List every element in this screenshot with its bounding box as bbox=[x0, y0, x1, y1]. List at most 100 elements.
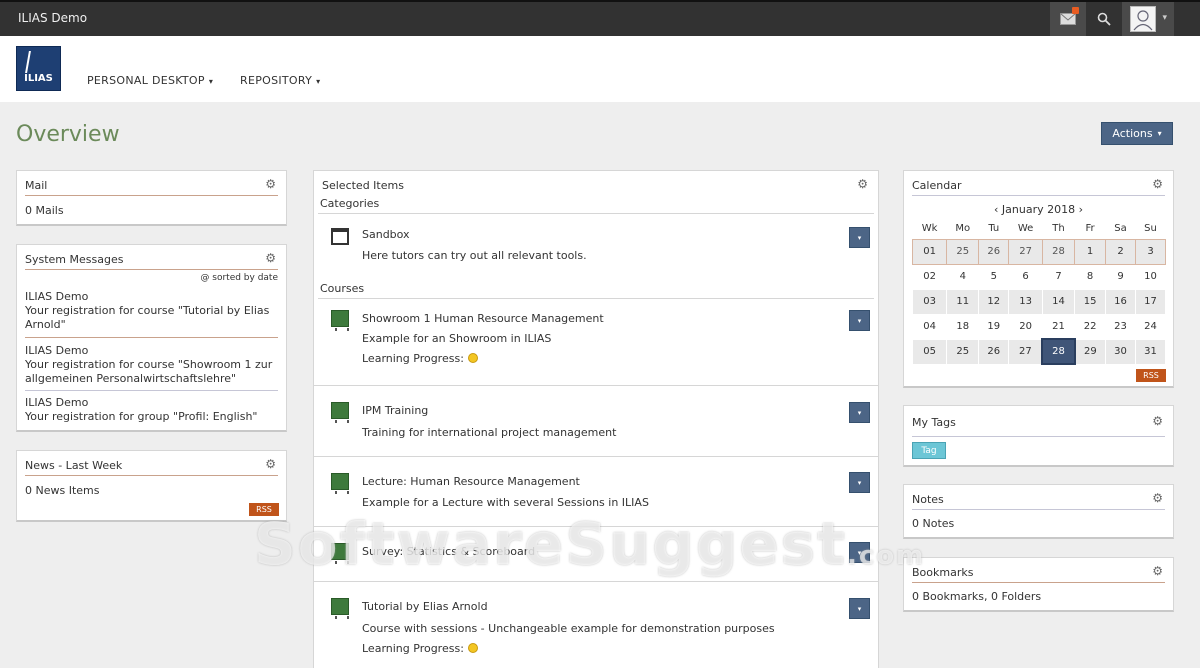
calendar-day[interactable]: 29 bbox=[1074, 338, 1107, 365]
week-number[interactable]: 05 bbox=[911, 338, 948, 365]
calendar-day[interactable]: 7 bbox=[1041, 263, 1076, 290]
gear-icon[interactable]: ⚙ bbox=[1152, 177, 1163, 191]
calendar-day[interactable]: 22 bbox=[1074, 313, 1107, 340]
calendar-day[interactable]: 26 bbox=[978, 238, 1010, 265]
list-item[interactable]: Tutorial by Elias Arnold Course with ses… bbox=[314, 581, 878, 668]
panel-title[interactable]: News - Last Week bbox=[25, 459, 122, 472]
calendar-day[interactable]: 14 bbox=[1041, 288, 1076, 315]
calendar-day[interactable]: 10 bbox=[1135, 263, 1166, 290]
calendar-day[interactable]: 25 bbox=[946, 338, 980, 365]
selected-items-panel: Selected Items ⚙ Categories Sandbox Here… bbox=[313, 170, 879, 668]
nav-repository[interactable]: REPOSITORY ▾ bbox=[240, 74, 320, 87]
calendar-day[interactable]: 17 bbox=[1135, 288, 1166, 315]
item-title[interactable]: IPM Training bbox=[362, 404, 428, 417]
calendar-day[interactable]: 23 bbox=[1105, 313, 1136, 340]
sort-label[interactable]: @ sorted by date bbox=[200, 273, 278, 283]
calendar-panel: Calendar ⚙ ‹ January 2018 › Wk Mo Tu We … bbox=[903, 170, 1174, 388]
calendar-day-today[interactable]: 28 bbox=[1041, 338, 1076, 365]
item-title[interactable]: Survey: Statistics & Scoreboard bbox=[362, 545, 535, 558]
panel-title[interactable]: Selected Items bbox=[322, 179, 404, 192]
ilias-logo[interactable]: ILIAS bbox=[16, 46, 61, 91]
course-icon bbox=[331, 543, 349, 564]
calendar-day[interactable]: 18 bbox=[946, 313, 980, 340]
item-actions-button[interactable]: ▾ bbox=[849, 598, 870, 619]
panel-title[interactable]: Bookmarks bbox=[912, 566, 973, 579]
calendar-day[interactable]: 15 bbox=[1074, 288, 1107, 315]
calendar-day[interactable]: 13 bbox=[1008, 288, 1043, 315]
week-number[interactable]: 02 bbox=[911, 263, 948, 290]
list-item[interactable]: ILIAS Demo Your registration for group "… bbox=[25, 396, 278, 424]
panel-title[interactable]: Calendar bbox=[912, 179, 961, 192]
panel-title[interactable]: System Messages bbox=[25, 253, 123, 266]
item-title[interactable]: Showroom 1 Human Resource Management bbox=[362, 312, 604, 325]
actions-label: Actions bbox=[1112, 127, 1153, 140]
tag-chip[interactable]: Tag bbox=[912, 442, 946, 459]
list-item[interactable]: Sandbox Here tutors can try out all rele… bbox=[314, 214, 878, 280]
item-title[interactable]: Sandbox bbox=[362, 228, 410, 241]
week-number[interactable]: 03 bbox=[911, 288, 948, 315]
page-title: Overview bbox=[16, 122, 120, 147]
item-actions-button[interactable]: ▾ bbox=[849, 472, 870, 493]
calendar-day[interactable]: 4 bbox=[946, 263, 980, 290]
calendar-day[interactable]: 21 bbox=[1041, 313, 1076, 340]
calendar-week: 04 18 19 20 21 22 23 24 bbox=[911, 313, 1166, 340]
gear-icon[interactable]: ⚙ bbox=[1152, 564, 1163, 578]
calendar-day[interactable]: 12 bbox=[978, 288, 1010, 315]
month-navigator[interactable]: ‹ January 2018 › bbox=[904, 203, 1173, 216]
search-button[interactable] bbox=[1086, 2, 1122, 36]
gear-icon[interactable]: ⚙ bbox=[1152, 491, 1163, 505]
item-actions-button[interactable]: ▾ bbox=[849, 402, 870, 423]
actions-button[interactable]: Actions ▾ bbox=[1101, 122, 1173, 145]
calendar-day[interactable]: 28 bbox=[1041, 238, 1076, 265]
mail-button[interactable] bbox=[1050, 2, 1086, 36]
item-actions-button[interactable]: ▾ bbox=[849, 542, 870, 563]
rss-button[interactable]: RSS bbox=[249, 503, 279, 516]
gear-icon[interactable]: ⚙ bbox=[265, 177, 276, 191]
item-actions-button[interactable]: ▾ bbox=[849, 227, 870, 248]
installation-name[interactable]: ILIAS Demo bbox=[18, 11, 87, 25]
calendar-day[interactable]: 11 bbox=[946, 288, 980, 315]
calendar-day[interactable]: 30 bbox=[1105, 338, 1136, 365]
list-item[interactable]: Lecture: Human Resource Management Examp… bbox=[314, 456, 878, 526]
calendar-day[interactable]: 8 bbox=[1074, 263, 1107, 290]
calendar-day[interactable]: 16 bbox=[1105, 288, 1136, 315]
week-number[interactable]: 01 bbox=[911, 238, 948, 265]
progress-status-icon bbox=[467, 643, 478, 653]
gear-icon[interactable]: ⚙ bbox=[1152, 414, 1163, 428]
item-title[interactable]: Tutorial by Elias Arnold bbox=[362, 600, 488, 613]
calendar-day[interactable]: 9 bbox=[1105, 263, 1136, 290]
item-actions-button[interactable]: ▾ bbox=[849, 310, 870, 331]
calendar-day[interactable]: 24 bbox=[1135, 313, 1166, 340]
week-number[interactable]: 04 bbox=[911, 313, 948, 340]
gear-icon[interactable]: ⚙ bbox=[857, 177, 868, 191]
calendar-day[interactable]: 31 bbox=[1135, 338, 1166, 365]
rss-button[interactable]: RSS bbox=[1136, 369, 1166, 382]
calendar-day[interactable]: 5 bbox=[978, 263, 1010, 290]
panel-title[interactable]: My Tags bbox=[912, 416, 956, 429]
calendar-day[interactable]: 2 bbox=[1105, 238, 1136, 265]
list-item[interactable]: ILIAS Demo Your registration for course … bbox=[25, 344, 278, 391]
list-item[interactable]: Survey: Statistics & Scoreboard ▾ bbox=[314, 526, 878, 581]
nav-personal-desktop[interactable]: PERSONAL DESKTOP ▾ bbox=[87, 74, 213, 87]
calendar-day[interactable]: 25 bbox=[946, 238, 980, 265]
calendar-day[interactable]: 19 bbox=[978, 313, 1010, 340]
user-menu-button[interactable]: ▾ bbox=[1122, 2, 1174, 36]
panel-title[interactable]: Mail bbox=[25, 179, 47, 192]
list-item[interactable]: IPM Training Training for international … bbox=[314, 385, 878, 456]
panel-title[interactable]: Notes bbox=[912, 493, 944, 506]
list-item[interactable]: Showroom 1 Human Resource Management Exa… bbox=[314, 299, 878, 385]
gear-icon[interactable]: ⚙ bbox=[265, 251, 276, 265]
calendar-day[interactable]: 20 bbox=[1008, 313, 1043, 340]
mail-panel: Mail ⚙ 0 Mails bbox=[16, 170, 287, 226]
gear-icon[interactable]: ⚙ bbox=[265, 457, 276, 471]
calendar-day[interactable]: 26 bbox=[978, 338, 1010, 365]
calendar-day[interactable]: 3 bbox=[1135, 238, 1166, 265]
calendar-day[interactable]: 1 bbox=[1074, 238, 1107, 265]
calendar-day[interactable]: 27 bbox=[1008, 238, 1043, 265]
calendar-day[interactable]: 6 bbox=[1008, 263, 1043, 290]
notes-panel: Notes ⚙ 0 Notes bbox=[903, 484, 1174, 539]
list-item[interactable]: ILIAS Demo Your registration for course … bbox=[25, 290, 278, 338]
calendar-day[interactable]: 27 bbox=[1008, 338, 1043, 365]
item-title[interactable]: Lecture: Human Resource Management bbox=[362, 475, 580, 488]
course-icon bbox=[331, 598, 349, 619]
